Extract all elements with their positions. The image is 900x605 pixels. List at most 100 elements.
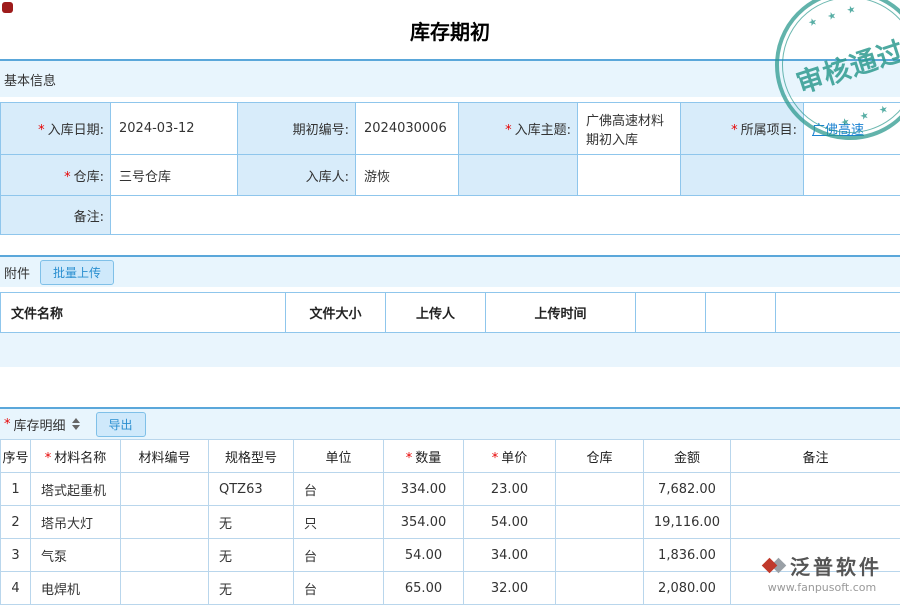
col-material-name: *材料名称	[31, 440, 121, 473]
cell-amount: 19,116.00	[644, 506, 731, 539]
export-button[interactable]: 导出	[96, 412, 146, 437]
cell-unit-price: 34.00	[464, 539, 556, 572]
cell-quantity: 54.00	[384, 539, 464, 572]
cell-spec-model: 无	[209, 539, 294, 572]
cell-seq: 1	[1, 473, 31, 506]
cell-remark	[731, 506, 900, 539]
cell-unit-price: 54.00	[464, 506, 556, 539]
ruku-person-label: 入库人:	[238, 155, 356, 196]
col-label: 材料名称	[54, 451, 106, 466]
fanpu-logo-icon	[762, 556, 790, 576]
cell-material-no	[121, 473, 209, 506]
cell-material-name: 塔吊大灯	[31, 506, 121, 539]
cell-warehouse	[556, 506, 644, 539]
empty-value-cell	[804, 155, 900, 196]
qichu-no-value: 2024030006	[356, 103, 459, 155]
cell-amount: 1,836.00	[644, 539, 731, 572]
ruku-date-label: *入库日期:	[1, 103, 111, 155]
table-row: 2 塔吊大灯 无 只 354.00 54.00 19,116.00	[1, 506, 900, 539]
cell-seq: 2	[1, 506, 31, 539]
field-label: 入库日期:	[48, 123, 104, 138]
project-value-cell: 广佛高速	[804, 103, 900, 155]
table-row: 1 塔式起重机 QTZ63 台 334.00 23.00 7,682.00	[1, 473, 900, 506]
fanpu-url: www.fanpusoft.com	[762, 581, 882, 594]
attach-col-uploader: 上传人	[386, 293, 486, 333]
required-marker: *	[731, 123, 738, 138]
required-marker: *	[505, 123, 512, 138]
details-section-bar: * 库存明细 导出	[0, 409, 900, 439]
attach-col-empty	[636, 293, 706, 333]
cell-warehouse	[556, 539, 644, 572]
field-label: 入库主题:	[515, 123, 571, 138]
page-title: 库存期初	[0, 0, 900, 59]
col-amount: 金额	[644, 440, 731, 473]
batch-upload-button[interactable]: 批量上传	[40, 260, 114, 285]
warehouse-label: *仓库:	[1, 155, 111, 196]
details-section-label: 库存明细	[14, 415, 66, 434]
required-marker: *	[492, 451, 499, 466]
attach-col-empty	[706, 293, 776, 333]
project-link[interactable]: 广佛高速	[812, 123, 864, 138]
field-label: 仓库:	[74, 170, 104, 185]
attach-col-filesize: 文件大小	[286, 293, 386, 333]
sort-icon[interactable]	[72, 418, 80, 430]
fanpu-logo: 泛普软件 www.fanpusoft.com	[762, 551, 882, 594]
col-seq: 序号	[1, 440, 31, 473]
required-marker: *	[45, 451, 52, 466]
attachments-header-row: 文件名称 文件大小 上传人 上传时间	[1, 293, 900, 333]
required-marker: *	[64, 170, 71, 185]
qichu-no-label: 期初编号:	[238, 103, 356, 155]
attach-col-uploadtime: 上传时间	[486, 293, 636, 333]
col-unit: 单位	[294, 440, 384, 473]
col-label: 单价	[501, 451, 527, 466]
fanpu-brand-name: 泛普软件	[790, 551, 882, 580]
cell-warehouse	[556, 473, 644, 506]
cell-spec-model: QTZ63	[209, 473, 294, 506]
cell-amount: 7,682.00	[644, 473, 731, 506]
details-header-row: 序号 *材料名称 材料编号 规格型号 单位 *数量 *单价 仓库 金额 备注	[1, 440, 900, 473]
required-marker: *	[4, 417, 11, 432]
ruku-date-value: 2024-03-12	[111, 103, 238, 155]
cell-unit: 只	[294, 506, 384, 539]
remark-value	[111, 196, 900, 235]
field-label: 所属项目:	[741, 123, 797, 138]
cell-unit: 台	[294, 473, 384, 506]
attachments-section-label: 附件	[4, 263, 30, 282]
field-label: 备注:	[74, 210, 104, 225]
project-label: *所属项目:	[681, 103, 804, 155]
ruku-subject-label: *入库主题:	[459, 103, 578, 155]
cell-spec-model: 无	[209, 506, 294, 539]
required-marker: *	[406, 451, 413, 466]
cell-unit: 台	[294, 539, 384, 572]
ruku-person-value: 游恢	[356, 155, 459, 196]
field-label: 期初编号:	[293, 123, 349, 138]
attachments-empty-area	[0, 333, 900, 367]
cell-material-no	[121, 539, 209, 572]
col-quantity: *数量	[384, 440, 464, 473]
basic-info-table: *入库日期: 2024-03-12 期初编号: 2024030006 *入库主题…	[0, 102, 900, 235]
cell-material-name: 塔式起重机	[31, 473, 121, 506]
cell-material-no	[121, 506, 209, 539]
cell-unit-price: 23.00	[464, 473, 556, 506]
col-spec-model: 规格型号	[209, 440, 294, 473]
empty-value-cell	[578, 155, 681, 196]
cell-quantity: 354.00	[384, 506, 464, 539]
ruku-subject-value: 广佛高速材料期初入库	[578, 103, 681, 155]
basic-info-section-bar: 基本信息	[0, 61, 900, 97]
cell-material-name: 气泵	[31, 539, 121, 572]
basic-info-section-label: 基本信息	[4, 70, 56, 89]
col-label: 数量	[415, 451, 441, 466]
field-label: 入库人:	[306, 170, 349, 185]
attachments-table: 文件名称 文件大小 上传人 上传时间	[0, 292, 900, 333]
warehouse-value: 三号仓库	[111, 155, 238, 196]
cell-seq: 3	[1, 539, 31, 572]
cell-quantity: 334.00	[384, 473, 464, 506]
corner-red-icon	[2, 2, 13, 13]
empty-label-cell	[459, 155, 578, 196]
attach-col-filename: 文件名称	[1, 293, 286, 333]
col-warehouse: 仓库	[556, 440, 644, 473]
col-material-no: 材料编号	[121, 440, 209, 473]
required-marker: *	[38, 123, 45, 138]
col-unit-price: *单价	[464, 440, 556, 473]
attachments-section: 附件 批量上传 文件名称 文件大小 上传人 上传时间	[0, 255, 900, 367]
